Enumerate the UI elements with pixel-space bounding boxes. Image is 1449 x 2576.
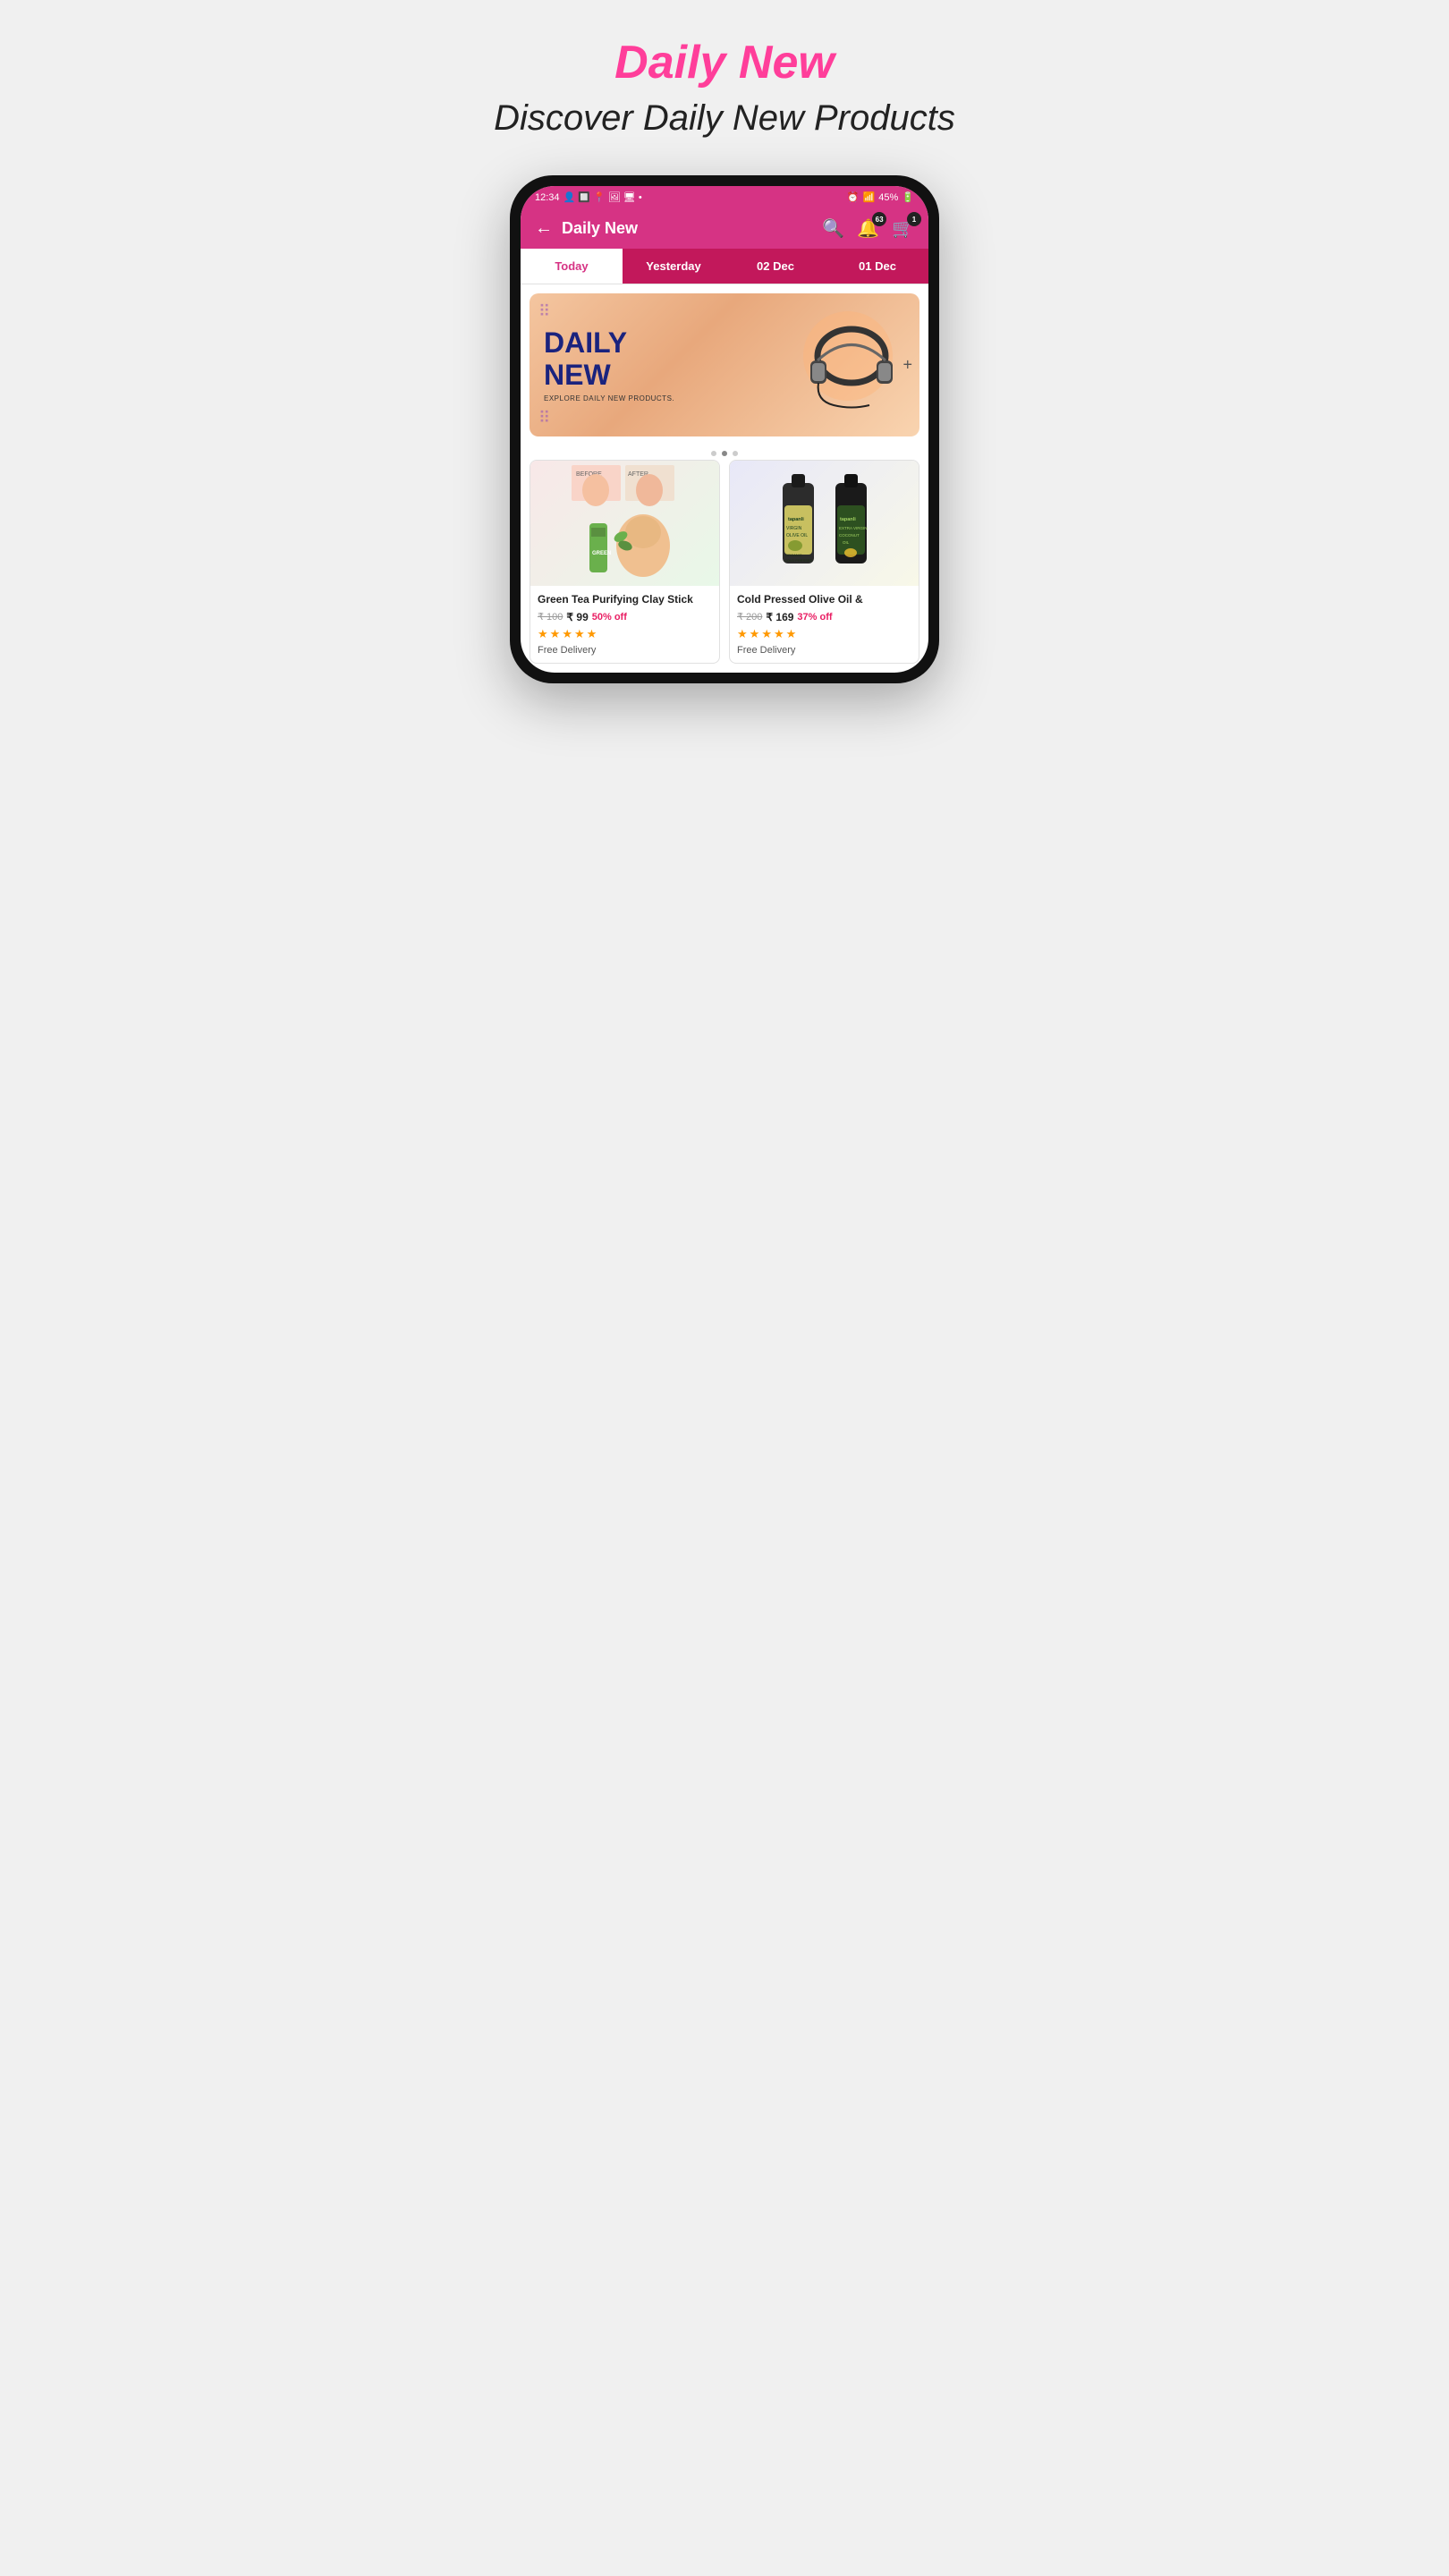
- back-button[interactable]: ←: [535, 218, 553, 239]
- banner-dot-3[interactable]: [733, 451, 738, 456]
- svg-text:VIRGIN: VIRGIN: [786, 526, 802, 531]
- notification-badge: 63: [872, 212, 886, 226]
- svg-text:GREEN: GREEN: [592, 551, 611, 556]
- battery-text: 45%: [878, 192, 898, 203]
- star-1: ★: [538, 627, 548, 641]
- discount-olive-oil: 37% off: [797, 612, 832, 623]
- cart-badge: 1: [907, 212, 921, 226]
- phone-frame: 12:34 👤 🔲 📍 🖼 🖥 • ⏰ 📶 45% 🔋 ← Daily New: [510, 175, 939, 683]
- banner-text-block: DAILY NEW EXPLORE DAILY NEW PRODUCTS.: [544, 327, 798, 402]
- tab-01dec[interactable]: 01 Dec: [826, 249, 928, 284]
- page-wrapper: Daily New Discover Daily New Products 12…: [483, 36, 966, 683]
- banner-headphone-image: [798, 311, 905, 419]
- banner-title-line2: NEW: [544, 360, 798, 391]
- current-price-olive-oil: ₹ 169: [766, 611, 793, 623]
- products-grid: BEFORE AFTER GREEN: [521, 460, 928, 673]
- product-card-clay-stick[interactable]: BEFORE AFTER GREEN: [530, 460, 720, 664]
- svg-text:OLIVE OIL: OLIVE OIL: [786, 533, 808, 538]
- status-left: 12:34 👤 🔲 📍 🖼 🖥 •: [535, 191, 642, 203]
- svg-text:EXTRA VIRGIN: EXTRA VIRGIN: [839, 526, 868, 530]
- banner-explore-text: EXPLORE DAILY NEW PRODUCTS.: [544, 394, 798, 402]
- app-header: ← Daily New 🔍 🔔 63 🛒 1: [521, 208, 928, 249]
- star-5: ★: [587, 627, 597, 641]
- star-3: ★: [562, 627, 572, 641]
- current-price-clay-stick: ₹ 99: [566, 611, 588, 623]
- product-name-olive-oil: Cold Pressed Olive Oil &: [737, 593, 911, 607]
- banner-dots-bottomleft: ⠿: [538, 409, 550, 428]
- header-title: Daily New: [562, 219, 638, 238]
- star-3: ★: [761, 627, 772, 641]
- price-row-clay-stick: ₹ 100 ₹ 99 50% off: [538, 611, 712, 623]
- product-card-olive-oil[interactable]: tapanli VIRGIN OLIVE OIL ORGANIC COLD PR…: [729, 460, 919, 664]
- star-2: ★: [550, 627, 561, 641]
- svg-text:tapanli: tapanli: [788, 517, 804, 522]
- status-time: 12:34: [535, 192, 560, 203]
- alarm-icon: ⏰: [847, 191, 860, 203]
- tabs-row: Today Yesterday 02 Dec 01 Dec: [521, 249, 928, 284]
- star-2: ★: [750, 627, 760, 641]
- banner-title-line1: DAILY: [544, 327, 798, 359]
- banner-plus-icon: +: [902, 356, 912, 375]
- banner-dot-2[interactable]: [722, 451, 727, 456]
- delivery-clay-stick: Free Delivery: [538, 645, 712, 656]
- discount-clay-stick: 50% off: [592, 612, 627, 623]
- product-info-olive-oil: Cold Pressed Olive Oil & ₹ 200 ₹ 169 37%…: [730, 586, 919, 663]
- cart-button[interactable]: 🛒 1: [892, 217, 914, 240]
- price-row-olive-oil: ₹ 200 ₹ 169 37% off: [737, 611, 911, 623]
- page-heading: Daily New: [614, 36, 835, 89]
- svg-text:ORGANIC: ORGANIC: [785, 553, 802, 557]
- olive-oil-image-placeholder: tapanli VIRGIN OLIVE OIL ORGANIC COLD PR…: [730, 461, 919, 586]
- svg-text:OIL: OIL: [843, 540, 850, 545]
- product-name-clay-stick: Green Tea Purifying Clay Stick: [538, 593, 712, 607]
- svg-text:tapanli: tapanli: [840, 517, 856, 522]
- status-icons: 👤 🔲 📍 🖼 🖥 •: [564, 191, 642, 203]
- stars-clay-stick: ★ ★ ★ ★ ★: [538, 627, 712, 641]
- phone-screen: 12:34 👤 🔲 📍 🖼 🖥 • ⏰ 📶 45% 🔋 ← Daily New: [521, 186, 928, 673]
- notification-button[interactable]: 🔔 63: [857, 217, 879, 240]
- star-4: ★: [574, 627, 585, 641]
- tab-today[interactable]: Today: [521, 249, 623, 284]
- status-bar: 12:34 👤 🔲 📍 🖼 🖥 • ⏰ 📶 45% 🔋: [521, 186, 928, 208]
- star-5: ★: [786, 627, 797, 641]
- original-price-clay-stick: ₹ 100: [538, 611, 563, 623]
- star-1: ★: [737, 627, 748, 641]
- header-left: ← Daily New: [535, 218, 638, 239]
- banner-dot-1[interactable]: [711, 451, 716, 456]
- product-info-clay-stick: Green Tea Purifying Clay Stick ₹ 100 ₹ 9…: [530, 586, 719, 663]
- tab-yesterday[interactable]: Yesterday: [623, 249, 724, 284]
- battery-icon: 🔋: [902, 191, 914, 203]
- svg-text:COLD PRESSED: COLD PRESSED: [784, 558, 812, 563]
- search-button[interactable]: 🔍: [822, 217, 844, 240]
- product-image-clay-stick: BEFORE AFTER GREEN: [530, 461, 719, 586]
- star-4: ★: [774, 627, 784, 641]
- delivery-olive-oil: Free Delivery: [737, 645, 911, 656]
- banner-indicator: [521, 445, 928, 460]
- header-icons: 🔍 🔔 63 🛒 1: [822, 217, 914, 240]
- page-subtitle: Discover Daily New Products: [494, 97, 955, 140]
- stars-olive-oil: ★ ★ ★ ★ ★: [737, 627, 911, 641]
- product-image-olive-oil: tapanli VIRGIN OLIVE OIL ORGANIC COLD PR…: [730, 461, 919, 586]
- original-price-olive-oil: ₹ 200: [737, 611, 762, 623]
- tab-02dec[interactable]: 02 Dec: [724, 249, 826, 284]
- svg-text:COCONUT: COCONUT: [839, 533, 860, 538]
- banner-section: ⠿ ⠿ DAILY NEW EXPLORE DAILY NEW PRODUCTS…: [530, 293, 919, 436]
- wifi-icon: 📶: [863, 191, 876, 203]
- clay-stick-image-placeholder: BEFORE AFTER GREEN: [530, 461, 719, 586]
- banner-dots-topleft: ⠿: [538, 302, 550, 321]
- status-right: ⏰ 📶 45% 🔋: [847, 191, 914, 203]
